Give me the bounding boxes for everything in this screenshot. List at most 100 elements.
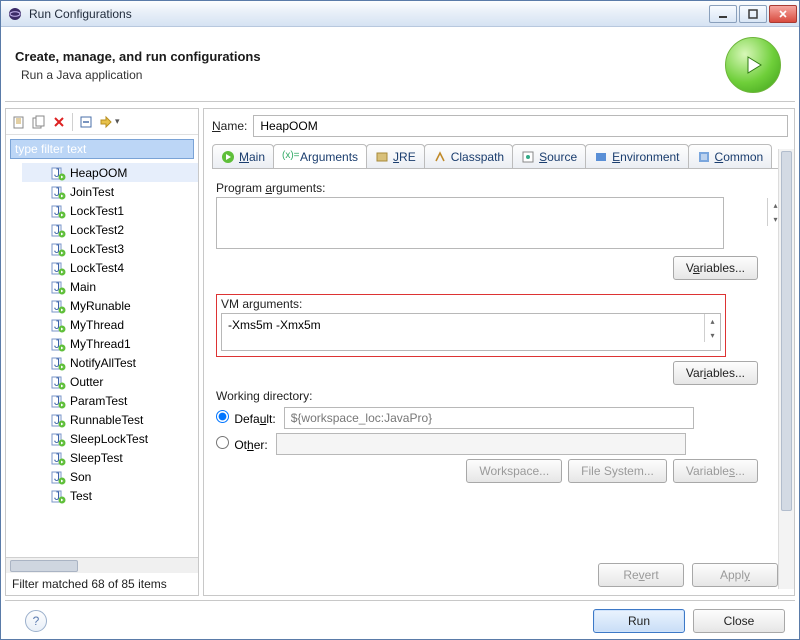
java-run-icon: J: [50, 450, 66, 466]
tree-item[interactable]: JLockTest3: [22, 239, 198, 258]
tabbar: Main (x)= Arguments JRE Classpath Source: [212, 143, 788, 169]
java-run-icon: J: [50, 298, 66, 314]
tree-item[interactable]: JLockTest1: [22, 201, 198, 220]
tree-item[interactable]: JMyThread1: [22, 334, 198, 353]
tab-source-label: Source: [539, 150, 577, 164]
vm-args-variables-button[interactable]: Variables...: [673, 361, 758, 385]
tree-item[interactable]: JHeapOOM: [22, 163, 198, 182]
tree-toolbar: ▾: [6, 109, 198, 135]
java-run-icon: J: [50, 488, 66, 504]
program-args-spinner[interactable]: ▴▾: [767, 198, 783, 226]
tree-item[interactable]: JParamTest: [22, 391, 198, 410]
tree-item[interactable]: JMyThread: [22, 315, 198, 334]
revert-button[interactable]: Revert: [598, 563, 684, 587]
java-run-icon: J: [50, 374, 66, 390]
name-label: Name:: [212, 119, 247, 133]
tree-item-label: LockTest3: [70, 242, 124, 256]
java-run-icon: J: [50, 412, 66, 428]
delete-config-icon[interactable]: [50, 113, 68, 131]
run-button[interactable]: Run: [593, 609, 685, 633]
java-run-icon: J: [50, 203, 66, 219]
tab-main[interactable]: Main: [212, 144, 274, 168]
tab-source[interactable]: Source: [512, 144, 586, 168]
tree-item-label: Test: [70, 489, 92, 503]
tree-item[interactable]: JLockTest2: [22, 220, 198, 239]
header-subtitle: Run a Java application: [15, 68, 725, 82]
wd-other-radio-label[interactable]: Other:: [216, 436, 268, 452]
java-run-icon: J: [50, 279, 66, 295]
wd-default-field: [284, 407, 694, 429]
tree-item[interactable]: J NotifyAllTest: [22, 353, 198, 372]
close-button[interactable]: Close: [693, 609, 785, 633]
environment-tab-icon: [594, 150, 608, 164]
tab-environment[interactable]: Environment: [585, 144, 688, 168]
new-config-icon[interactable]: [10, 113, 28, 131]
tab-common[interactable]: Common: [688, 144, 773, 168]
tree-item[interactable]: J Outter: [22, 372, 198, 391]
wd-other-radio[interactable]: [216, 436, 229, 449]
program-args-textarea[interactable]: [216, 197, 724, 249]
help-button[interactable]: ?: [25, 610, 47, 632]
tree-item[interactable]: JSon: [22, 467, 198, 486]
tree-item[interactable]: J SleepTest: [22, 448, 198, 467]
tab-jre[interactable]: JRE: [366, 144, 425, 168]
java-run-icon: J: [50, 336, 66, 352]
tab-environment-label: Environment: [612, 150, 679, 164]
vm-args-spinner[interactable]: ▴▾: [704, 314, 720, 342]
tree-item[interactable]: JRunnableTest: [22, 410, 198, 429]
source-tab-icon: [521, 150, 535, 164]
filter-status: Filter matched 68 of 85 items: [6, 573, 198, 595]
common-tab-icon: [697, 150, 711, 164]
window-title: Run Configurations: [29, 7, 707, 21]
tree-item[interactable]: JLockTest4: [22, 258, 198, 277]
arguments-tab-icon: (x)=: [282, 150, 296, 164]
filter-input[interactable]: [10, 139, 194, 159]
wd-default-radio[interactable]: [216, 410, 229, 423]
filter-menu-icon[interactable]: [97, 113, 115, 131]
revert-apply-row: Revert Apply: [212, 557, 788, 589]
apply-button[interactable]: Apply: [692, 563, 778, 587]
tab-classpath[interactable]: Classpath: [424, 144, 513, 168]
tree-hscrollbar[interactable]: [6, 557, 198, 573]
tab-main-label: Main: [239, 150, 265, 164]
tree-item[interactable]: JMain: [22, 277, 198, 296]
config-tree[interactable]: JHeapOOMJJoinTestJLockTest1JLockTest2JLo…: [6, 163, 198, 557]
wd-default-radio-label[interactable]: Default:: [216, 410, 276, 426]
tree-item-label: LockTest2: [70, 223, 124, 237]
header-title: Create, manage, and run configurations: [15, 49, 725, 64]
tree-item-label: ParamTest: [70, 394, 127, 408]
tab-arguments[interactable]: (x)= Arguments: [273, 144, 367, 168]
tree-item-label: SleepTest: [70, 451, 123, 465]
java-run-icon: J: [50, 317, 66, 333]
arguments-tab-body: Program arguments: ▴▾ Variables... VM ar…: [212, 169, 788, 557]
filesystem-button[interactable]: File System...: [568, 459, 667, 483]
tree-item[interactable]: J MyRunable: [22, 296, 198, 315]
tree-item[interactable]: J Test: [22, 486, 198, 505]
program-args-variables-button[interactable]: Variables...: [673, 256, 758, 280]
java-run-icon: J: [50, 355, 66, 371]
name-input[interactable]: [253, 115, 788, 137]
titlebar[interactable]: Run Configurations: [1, 1, 799, 27]
close-window-button[interactable]: [769, 5, 797, 23]
tree-item-label: MyRunable: [70, 299, 131, 313]
dropdown-arrow-icon[interactable]: ▾: [115, 116, 120, 127]
tree-item-label: HeapOOM: [70, 166, 127, 180]
workspace-button[interactable]: Workspace...: [466, 459, 562, 483]
detail-panel: Name: Main (x)= Arguments JRE: [203, 108, 795, 596]
collapse-all-icon[interactable]: [77, 113, 95, 131]
tab-classpath-label: Classpath: [451, 150, 504, 164]
vm-args-label: VM arguments:: [221, 297, 721, 311]
duplicate-config-icon[interactable]: [30, 113, 48, 131]
program-args-label: Program arguments:: [216, 181, 784, 195]
tree-item[interactable]: JJoinTest: [22, 182, 198, 201]
main-tab-icon: [221, 150, 235, 164]
tree-item[interactable]: JSleepLockTest: [22, 429, 198, 448]
vm-args-highlight: VM arguments: -Xms5m -Xmx5m ▴▾: [216, 294, 726, 357]
tree-item-label: Outter: [70, 375, 103, 389]
vm-args-textarea[interactable]: -Xms5m -Xmx5m: [221, 313, 721, 351]
maximize-button[interactable]: [739, 5, 767, 23]
wd-variables-button[interactable]: Variables...: [673, 459, 758, 483]
minimize-button[interactable]: [709, 5, 737, 23]
classpath-tab-icon: [433, 150, 447, 164]
tree-item-label: NotifyAllTest: [70, 356, 136, 370]
